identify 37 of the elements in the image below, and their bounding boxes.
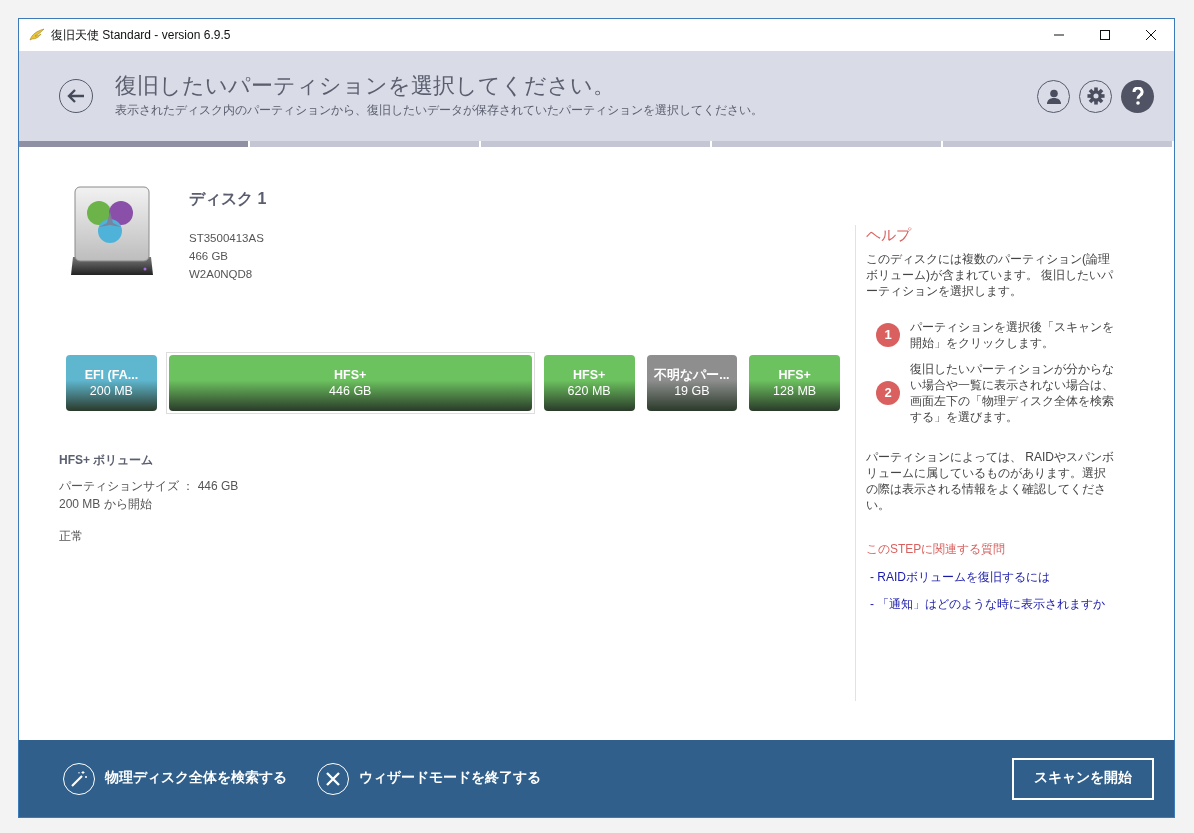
start-scan-button[interactable]: スキャンを開始	[1012, 757, 1154, 800]
step-text: パーティションを選択後「スキャンを開始」をクリックします。	[910, 319, 1115, 351]
faq-link[interactable]: - 「通知」はどのような時に表示されますか	[870, 596, 1125, 612]
page-title: 復旧したいパーティションを選択してください。	[115, 72, 616, 101]
partition-status: 正常	[59, 528, 84, 545]
settings-icon	[1086, 87, 1105, 105]
close-x-icon	[326, 771, 340, 786]
partition-start: 200 MB から開始	[59, 496, 153, 513]
person-icon	[1046, 88, 1061, 104]
step-number: 2	[876, 381, 900, 405]
wing-logo-icon	[29, 28, 45, 42]
step-text: 復旧したいパーティションが分からない場合や一覧に表示されない場合は、画面左下の「物理ディスク全体を検索する」を選びます。	[910, 361, 1115, 425]
step-number: 1	[876, 323, 900, 347]
exit-wizard-button[interactable]: ウィザードモードを終了する	[317, 762, 541, 795]
window-title: 復旧天使 Standard - version 6.9.5	[51, 27, 231, 44]
faq-link[interactable]: - RAIDボリュームを復旧するには	[870, 569, 1125, 585]
help-button[interactable]	[1121, 79, 1154, 113]
magic-wand-icon	[70, 769, 88, 788]
help-intro: このディスクには複数のパーティション(論理ボリューム)が含まれています。 復旧したいパーティションを選択します。	[866, 251, 1115, 299]
search-disk-button[interactable]: 物理ディスク全体を検索する	[63, 762, 287, 795]
volume-title: HFS+ ボリューム	[59, 452, 155, 469]
partition-block[interactable]: HFS+ 128 MB	[746, 352, 843, 414]
disk-name: ディスク 1	[189, 189, 267, 209]
help-icon	[1131, 87, 1144, 105]
faq-title: このSTEPに関連する質問	[866, 541, 1007, 557]
help-note: パーティションによっては、 RAIDやスパンボリュームに属しているものがあります。選択の際は表示される情報をよく確認してください。	[866, 449, 1115, 513]
back-arrow-icon	[67, 89, 85, 103]
page-subtitle: 表示されたディスク内のパーティションから、復旧したいデータが保存されていたパーティションを選択してください。	[115, 103, 763, 119]
maximize-icon	[1100, 30, 1110, 40]
disk-size: 466 GB	[189, 249, 229, 264]
partition-block[interactable]: HFS+ 446 GB	[165, 352, 535, 414]
disk-model: ST3500413AS	[189, 231, 265, 246]
disk-serial: W2A0NQD8	[189, 267, 254, 282]
partition-size: パーティションサイズ ： 446 GB	[59, 478, 240, 495]
partition-block[interactable]: EFI (FA... 200 MB	[63, 352, 160, 414]
close-icon	[1146, 30, 1156, 40]
help-title: ヘルプ	[866, 225, 913, 245]
